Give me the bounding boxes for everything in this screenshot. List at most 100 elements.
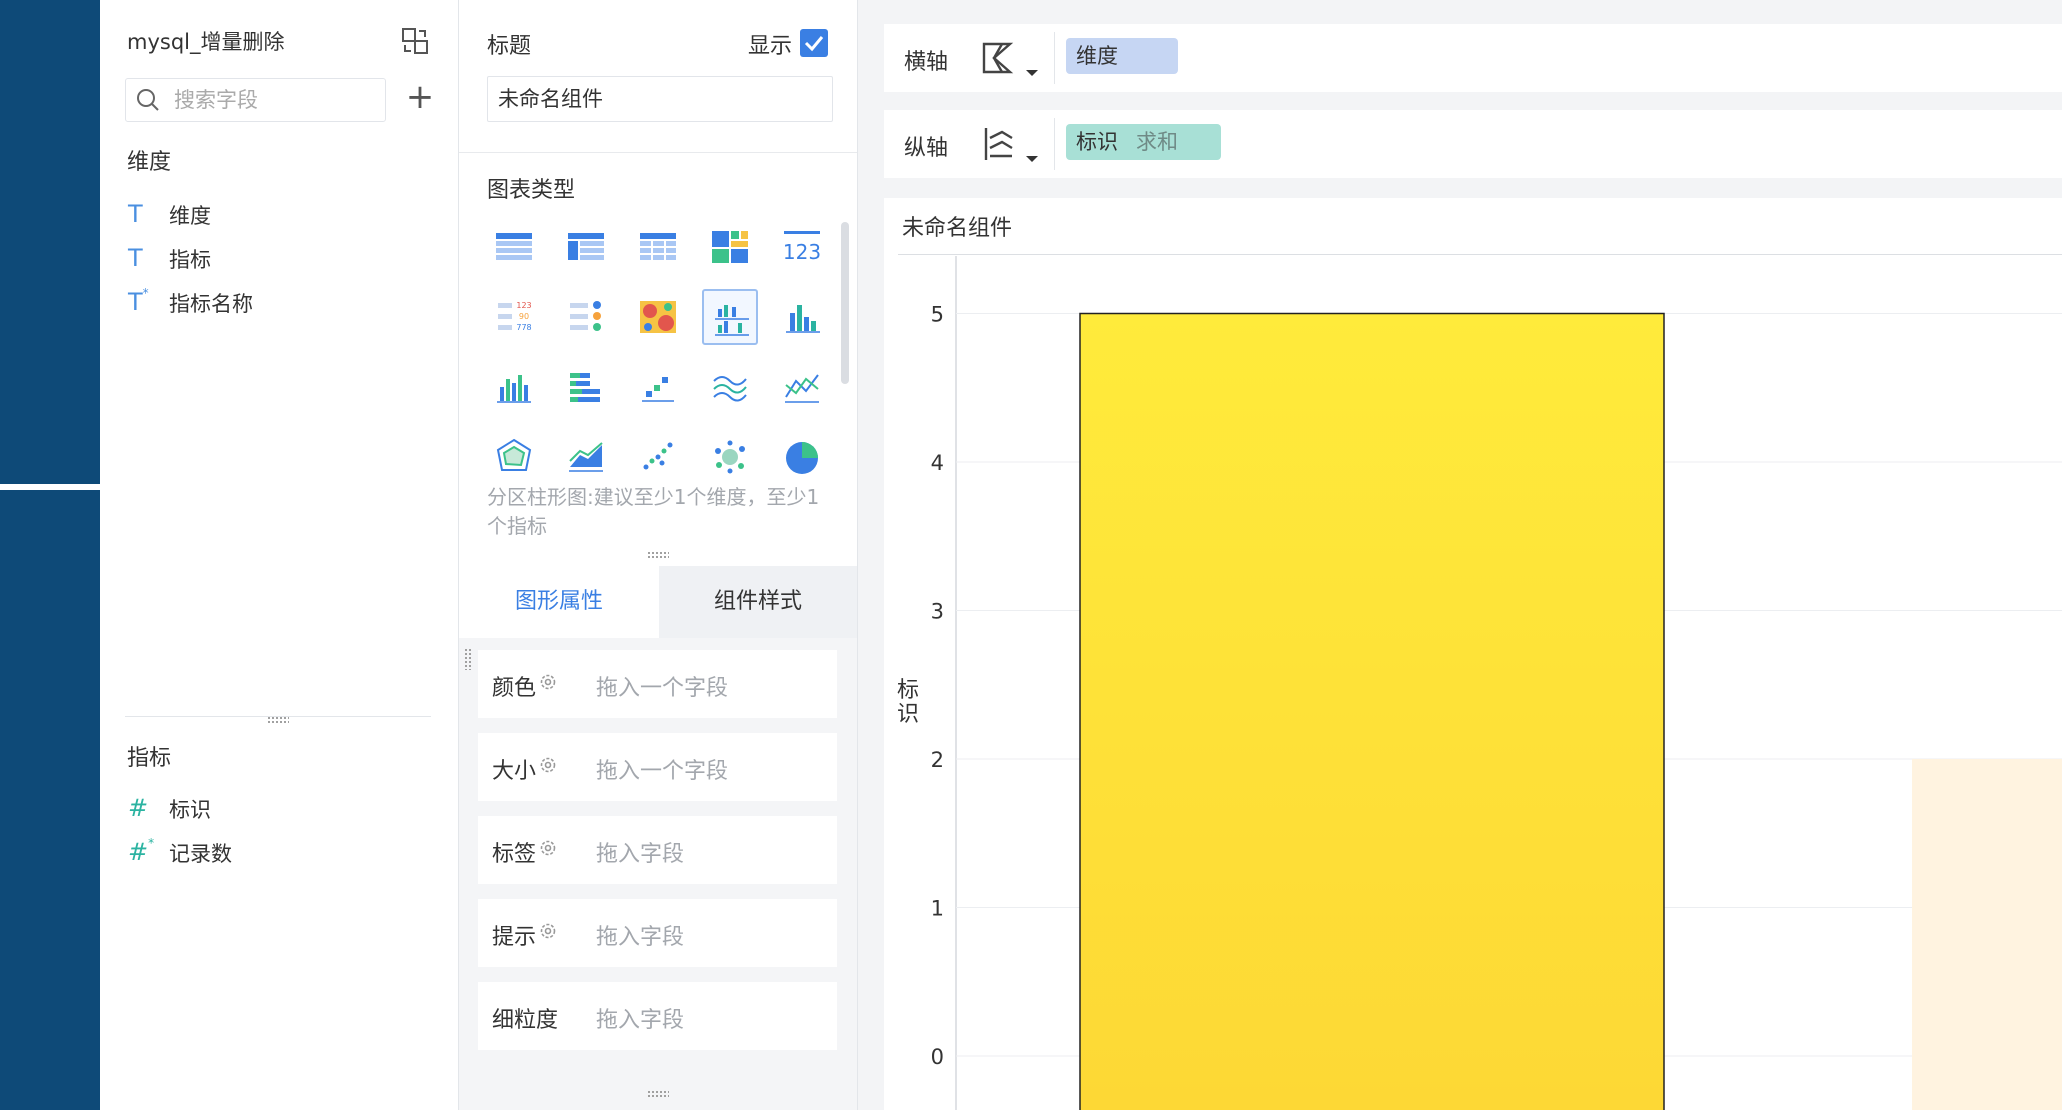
- y-axis-field-pill[interactable]: 标识 求和: [1066, 124, 1221, 160]
- bar[interactable]: [1079, 312, 1665, 1110]
- drop-placeholder: 拖入字段: [596, 925, 685, 950]
- gear-icon[interactable]: [538, 838, 558, 858]
- cross-table-icon[interactable]: [630, 219, 686, 275]
- group-table-icon[interactable]: [558, 219, 614, 275]
- drop-placeholder: 拖入字段: [596, 842, 685, 867]
- drop-placeholder: 拖入字段: [596, 1008, 685, 1033]
- x-axis-label: 横轴: [904, 50, 949, 75]
- search-field-box[interactable]: [125, 78, 386, 122]
- dimension-section-title: 维度: [127, 150, 172, 175]
- config-panel: 标题 显示 未命名组件 图表类型 123 123 90 778 分区柱形图:建议…: [459, 0, 858, 1110]
- panel-drag-handle[interactable]: [464, 648, 472, 670]
- number-type-calc-icon: #*: [128, 836, 155, 866]
- y-axis-title: 标识: [897, 678, 919, 727]
- title-label: 标题: [487, 34, 532, 59]
- field-label: 指标: [169, 248, 211, 272]
- dimension-field-item[interactable]: T* 指标名称: [125, 286, 425, 320]
- area-chart-icon[interactable]: [558, 429, 614, 485]
- y-axis-label: 纵轴: [904, 136, 949, 161]
- pill-label: 维度: [1076, 44, 1118, 68]
- tab-shape-properties[interactable]: 图形属性: [459, 566, 659, 638]
- partition-bar-chart-icon[interactable]: [702, 289, 758, 345]
- table-chart-icon[interactable]: [486, 219, 542, 275]
- x-axis-field-pill[interactable]: 维度: [1066, 38, 1178, 74]
- axis-separator: [1054, 32, 1055, 84]
- scatter-chart-icon[interactable]: [630, 429, 686, 485]
- y-axis-shelf[interactable]: 纵轴 标识 求和: [884, 110, 2062, 178]
- pill-label: 标识: [1076, 130, 1118, 154]
- size-drop-zone[interactable]: 大小 拖入一个字段: [478, 733, 837, 801]
- x-axis-shelf[interactable]: 横轴 维度: [884, 24, 2062, 92]
- treemap-chart-icon[interactable]: [702, 219, 758, 275]
- color-drop-zone[interactable]: 颜色 拖入一个字段: [478, 650, 837, 718]
- y-tick-label: 5: [931, 303, 944, 327]
- property-list: 颜色 拖入一个字段 大小 拖入一个字段 标签 拖入字段 提示 拖入字段 细粒度 …: [459, 638, 857, 1110]
- show-title-label: 显示: [748, 34, 793, 59]
- kpi-number-icon[interactable]: 123: [774, 219, 830, 275]
- resize-handle[interactable]: [267, 716, 289, 724]
- add-field-button[interactable]: +: [402, 80, 438, 116]
- drop-placeholder: 拖入一个字段: [596, 759, 729, 784]
- text-type-icon: T: [128, 200, 143, 228]
- dataset-name: mysql_增量删除: [127, 30, 285, 54]
- y-tick-label: 4: [931, 451, 944, 475]
- tab-component-style[interactable]: 组件样式: [659, 566, 857, 638]
- prop-label: 提示: [492, 925, 537, 950]
- field-label: 指标名称: [169, 292, 253, 316]
- search-icon: [137, 89, 159, 111]
- radar-chart-icon[interactable]: [486, 429, 542, 485]
- y-axis-type-dropdown-icon[interactable]: [980, 124, 1044, 168]
- measure-field-item[interactable]: # 标识: [125, 792, 425, 826]
- field-label: 记录数: [169, 842, 232, 866]
- checkmark-icon: [804, 36, 824, 52]
- resize-handle[interactable]: [647, 1090, 669, 1098]
- column-chart-icon[interactable]: [486, 359, 542, 415]
- line-chart-icon[interactable]: [774, 359, 830, 415]
- prop-label: 大小: [492, 759, 537, 784]
- pill-aggregation: 求和: [1136, 130, 1178, 154]
- show-title-checkbox[interactable]: [800, 29, 828, 57]
- prop-label: 颜色: [492, 676, 537, 701]
- prop-label: 细粒度: [492, 1008, 559, 1033]
- area-line-chart-icon[interactable]: [702, 359, 758, 415]
- stacked-bar-chart-icon[interactable]: [558, 359, 614, 415]
- field-label: 维度: [169, 204, 211, 228]
- text-type-icon: T: [128, 244, 143, 272]
- label-drop-zone[interactable]: 标签 拖入字段: [478, 816, 837, 884]
- chart-type-scrollbar[interactable]: [841, 222, 849, 384]
- measure-section-title: 指标: [127, 746, 172, 771]
- title-input[interactable]: 未命名组件: [487, 76, 833, 122]
- property-tabs: 图形属性 组件样式: [459, 566, 857, 638]
- svg-text:123: 123: [516, 301, 531, 310]
- field-panel: mysql_增量删除 + 维度 T 维度 T 指标 T* 指标名称 指标 # 标…: [100, 0, 459, 1110]
- side-strip-divider: [0, 484, 100, 490]
- search-input[interactable]: [174, 87, 374, 113]
- pie-chart-icon[interactable]: [774, 429, 830, 485]
- bar[interactable]: [1912, 759, 2062, 1110]
- dimension-field-item[interactable]: T 维度: [125, 198, 425, 232]
- bubble-chart-icon[interactable]: [702, 429, 758, 485]
- bar-chart: 0123456 标识: [897, 256, 2062, 1110]
- gear-icon[interactable]: [538, 672, 558, 692]
- switch-dataset-icon[interactable]: [400, 26, 430, 56]
- gear-icon[interactable]: [538, 755, 558, 775]
- measure-field-item[interactable]: #* 记录数: [125, 836, 425, 870]
- bar-chart-icon[interactable]: [774, 289, 830, 345]
- heatmap-icon[interactable]: [630, 289, 686, 345]
- granularity-drop-zone[interactable]: 细粒度 拖入字段: [478, 982, 837, 1050]
- tooltip-drop-zone[interactable]: 提示 拖入字段: [478, 899, 837, 967]
- resize-handle[interactable]: [647, 551, 669, 559]
- number-type-icon: #: [128, 794, 149, 822]
- kpi-list-icon[interactable]: 123 90 778: [486, 289, 542, 345]
- x-axis-type-dropdown-icon[interactable]: [980, 38, 1044, 82]
- dimension-field-item[interactable]: T 指标: [125, 242, 425, 276]
- svg-text:90: 90: [519, 312, 529, 321]
- gear-icon[interactable]: [538, 921, 558, 941]
- indicator-list-icon[interactable]: [558, 289, 614, 345]
- axis-separator: [1054, 118, 1055, 170]
- range-chart-icon[interactable]: [630, 359, 686, 415]
- divider: [459, 152, 857, 153]
- chart-type-label: 图表类型: [487, 178, 576, 203]
- y-tick-label: 3: [931, 600, 944, 624]
- chart-type-hint: 分区柱形图:建议至少1个维度，至少1个指标: [487, 485, 820, 538]
